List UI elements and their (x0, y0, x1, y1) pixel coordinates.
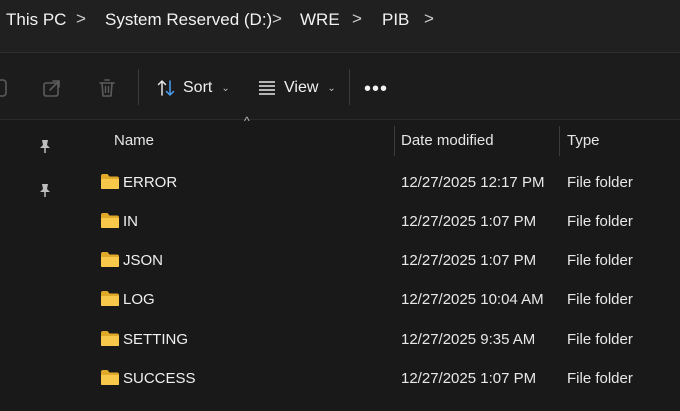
breadcrumb: This PC > System Reserved (D:) > WRE > P… (0, 0, 680, 53)
command-bar: Sort ⌄ View ⌄ ••• (0, 53, 680, 120)
breadcrumb-separator[interactable]: > (352, 9, 362, 29)
file-name: LOG (123, 291, 155, 308)
breadcrumb-item-wre[interactable]: WRE (300, 10, 340, 30)
file-date-modified: 12/27/2025 1:07 PM (401, 370, 537, 387)
view-button[interactable]: View ⌄ (257, 75, 336, 101)
file-date-modified: 12/27/2025 12:17 PM (401, 174, 545, 191)
share-icon[interactable] (41, 77, 63, 99)
file-row-log[interactable]: LOG 12/27/2025 10:04 AM File folder (80, 280, 680, 319)
folder-icon (101, 291, 119, 306)
chevron-down-icon: ⌄ (327, 82, 336, 94)
folder-icon (101, 213, 119, 228)
sort-icon (157, 80, 175, 96)
file-type: File folder (567, 213, 633, 230)
column-header-name[interactable]: Name (114, 132, 154, 149)
column-header-type[interactable]: Type (567, 132, 600, 149)
file-name: ERROR (123, 174, 178, 191)
file-date-modified: 12/27/2025 10:04 AM (401, 291, 544, 308)
folder-icon (101, 370, 119, 385)
toolbar-divider (349, 69, 350, 105)
file-type: File folder (567, 174, 633, 191)
view-icon (259, 81, 275, 95)
more-options-button[interactable]: ••• (364, 79, 388, 99)
sort-button[interactable]: Sort ⌄ (156, 75, 230, 101)
column-resize-handle[interactable] (394, 126, 395, 156)
folder-icon (101, 331, 119, 346)
folder-icon (101, 252, 119, 267)
column-header-row: ^ Name Date modified Type (80, 114, 680, 158)
pin-icon[interactable] (38, 138, 52, 154)
toolbar-divider (138, 69, 139, 105)
navigation-pane (0, 120, 80, 411)
pin-icon[interactable] (38, 182, 52, 198)
file-type: File folder (567, 291, 633, 308)
file-type: File folder (567, 370, 633, 387)
file-row-json[interactable]: JSON 12/27/2025 1:07 PM File folder (80, 241, 680, 280)
folder-icon (101, 174, 119, 189)
file-name: SUCCESS (123, 370, 196, 387)
breadcrumb-item-system-reserved[interactable]: System Reserved (D:) (105, 10, 272, 30)
breadcrumb-separator[interactable]: > (424, 9, 434, 29)
file-row-error[interactable]: ERROR 12/27/2025 12:17 PM File folder (80, 163, 680, 202)
sort-label: Sort (183, 79, 213, 96)
sort-ascending-indicator: ^ (244, 114, 250, 128)
column-header-date-modified[interactable]: Date modified (401, 132, 494, 149)
file-date-modified: 12/27/2025 1:07 PM (401, 213, 537, 230)
file-row-setting[interactable]: SETTING 12/27/2025 9:35 AM File folder (80, 320, 680, 359)
file-row-success[interactable]: SUCCESS 12/27/2025 1:07 PM File folder (80, 359, 680, 398)
file-type: File folder (567, 331, 633, 348)
breadcrumb-item-pib[interactable]: PIB (382, 10, 409, 30)
file-name: JSON (123, 252, 164, 269)
file-row-in[interactable]: IN 12/27/2025 1:07 PM File folder (80, 202, 680, 241)
chevron-down-icon: ⌄ (221, 82, 230, 94)
file-name: SETTING (123, 331, 189, 348)
breadcrumb-separator[interactable]: > (76, 9, 86, 29)
file-type: File folder (567, 252, 633, 269)
delete-icon[interactable] (96, 77, 118, 99)
file-name: IN (123, 213, 138, 230)
file-date-modified: 12/27/2025 1:07 PM (401, 252, 537, 269)
copy-icon[interactable] (0, 77, 11, 99)
column-resize-handle[interactable] (559, 126, 560, 156)
breadcrumb-item-this-pc[interactable]: This PC (6, 10, 66, 30)
file-date-modified: 12/27/2025 9:35 AM (401, 331, 536, 348)
view-label: View (284, 79, 319, 96)
breadcrumb-separator[interactable]: > (272, 9, 282, 29)
